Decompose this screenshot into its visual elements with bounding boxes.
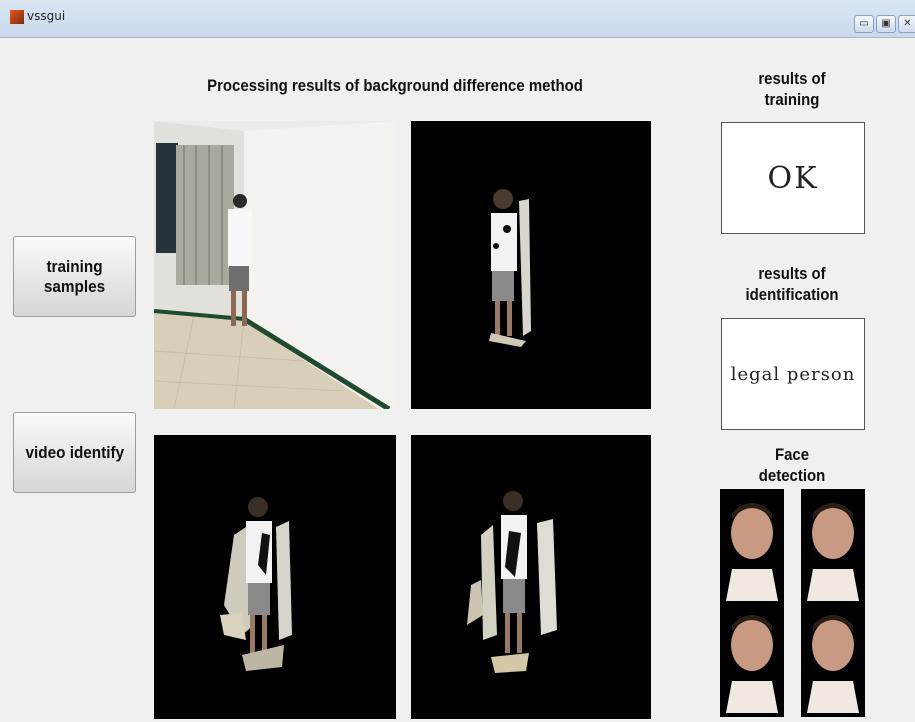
face-detection-scene-right	[807, 503, 859, 713]
training-samples-button[interactable]: training samples	[13, 236, 136, 317]
identification-result-value: legal person	[730, 363, 856, 385]
identification-results-label-line1: results of	[758, 264, 826, 283]
difference-result-scene	[489, 189, 531, 347]
matlab-app-icon	[10, 10, 24, 24]
video-identify-label: video identify	[25, 442, 124, 462]
maximize-icon[interactable]: ▣	[876, 15, 896, 33]
foreground-frame-scene-2	[467, 491, 557, 673]
original-frame-scene	[154, 121, 396, 409]
identification-results-label-line2: identification	[745, 285, 839, 304]
training-result-display: OK	[721, 122, 865, 234]
window-title: vssgui	[27, 9, 66, 23]
video-identify-button[interactable]: video identify	[13, 412, 136, 493]
close-icon[interactable]: ✕	[898, 15, 915, 33]
face-detection-image-right	[801, 489, 865, 717]
foreground-frame-image-2	[411, 435, 651, 719]
face-detection-scene-left	[726, 503, 778, 713]
page-title: Processing results of background differe…	[207, 76, 583, 95]
identification-results-label: results of identification	[722, 263, 863, 305]
training-results-label-line2: training	[764, 90, 820, 109]
training-results-label-line1: results of	[758, 69, 826, 88]
difference-result-image	[411, 121, 651, 409]
training-result-value: OK	[767, 160, 819, 196]
minimize-icon[interactable]: ▭	[854, 15, 874, 33]
foreground-frame-image-1	[154, 435, 396, 719]
training-samples-label: training samples	[43, 256, 106, 296]
foreground-frame-scene-1	[220, 497, 292, 671]
window-titlebar: vssgui ▭ ▣ ✕	[0, 0, 915, 38]
face-detection-label-line2: detection	[758, 466, 826, 485]
face-detection-label: Face detection	[722, 444, 863, 486]
training-results-label: results of training	[722, 68, 863, 110]
face-detection-image-left	[720, 489, 784, 717]
face-detection-label-line1: Face	[774, 445, 810, 464]
identification-result-display: legal person	[721, 318, 865, 430]
original-frame-image	[154, 121, 396, 409]
